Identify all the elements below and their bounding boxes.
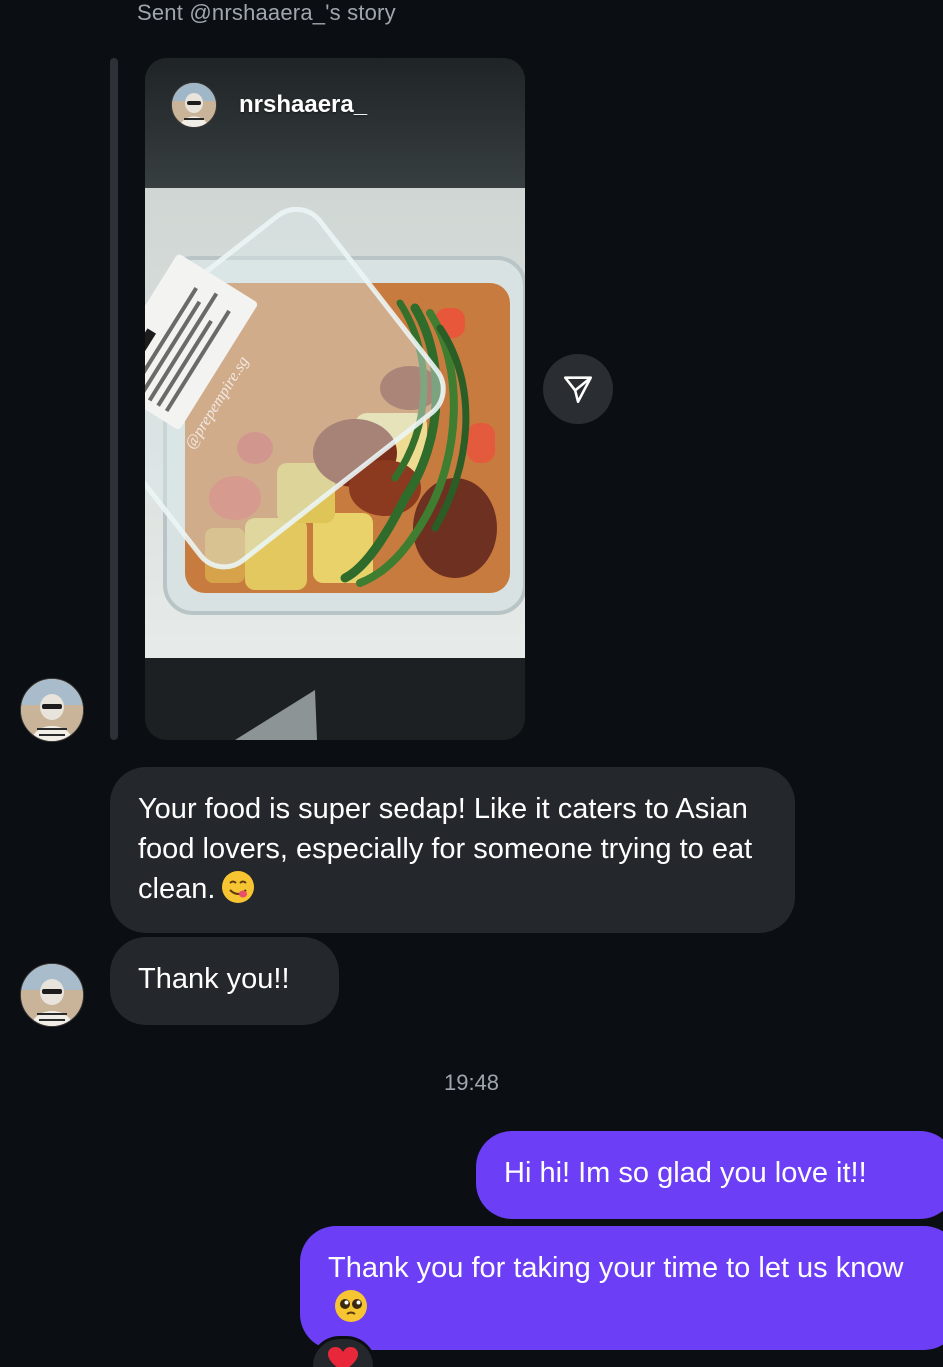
face-savoring-food-icon bbox=[222, 871, 255, 903]
dm-thread: Sent @nrshaaera_'s story @prepempire.sg … bbox=[0, 0, 943, 1367]
story-author: nrshaaera_ bbox=[171, 82, 367, 128]
message-text: Hi hi! Im so glad you love it!! bbox=[504, 1157, 867, 1189]
sender-avatar[interactable] bbox=[20, 963, 84, 1027]
story-author-username: nrshaaera_ bbox=[239, 91, 368, 118]
story-quote-bar bbox=[110, 58, 118, 740]
story-food-photo: @prepempire.sg bbox=[145, 58, 525, 740]
story-author-avatar bbox=[171, 82, 217, 128]
message-incoming[interactable]: Your food is super sedap! Like it caters… bbox=[110, 767, 795, 933]
message-outgoing[interactable]: Hi hi! Im so glad you love it!! bbox=[476, 1131, 943, 1219]
pleading-face-icon bbox=[335, 1290, 367, 1322]
red-heart-icon bbox=[328, 1347, 358, 1367]
message-incoming[interactable]: Thank you!! bbox=[110, 937, 339, 1025]
story-reply-caption: Sent @nrshaaera_'s story bbox=[137, 0, 396, 25]
send-icon bbox=[563, 376, 593, 404]
message-timestamp: 19:48 bbox=[443, 1070, 500, 1095]
message-text: Thank you!! bbox=[138, 963, 290, 995]
message-text: Thank you for taking your time to let us… bbox=[328, 1252, 904, 1284]
share-story-button[interactable] bbox=[543, 354, 613, 424]
sender-avatar[interactable] bbox=[20, 678, 84, 742]
shared-story-card[interactable]: @prepempire.sg nrshaaera_ bbox=[145, 58, 525, 740]
message-outgoing[interactable]: Thank you for taking your time to let us… bbox=[300, 1226, 943, 1350]
